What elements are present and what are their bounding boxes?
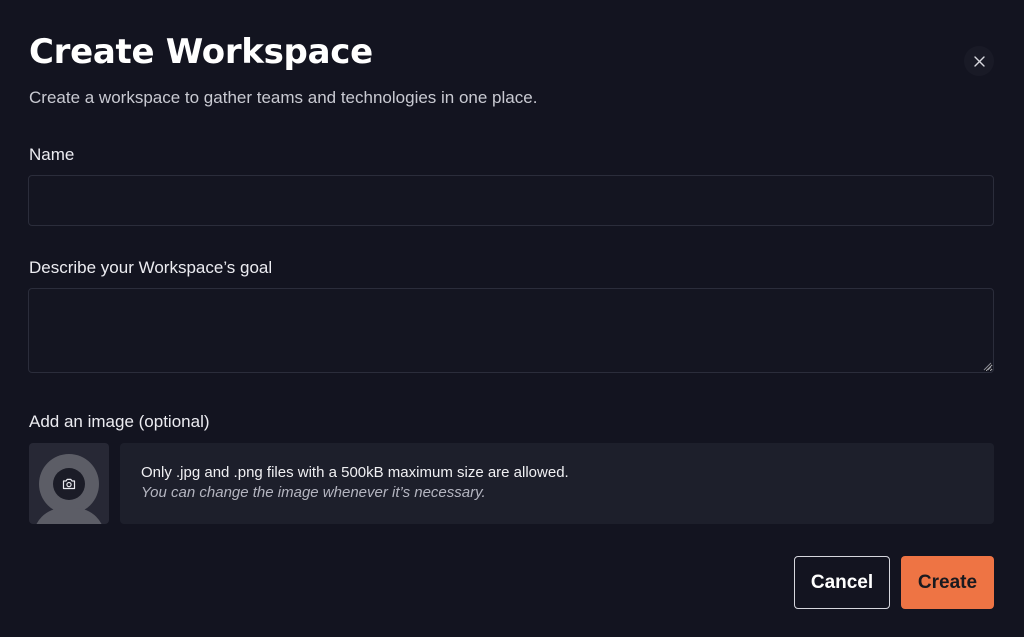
- close-icon: [973, 55, 985, 67]
- image-requirements-text: Only .jpg and .png files with a 500kB ma…: [141, 464, 569, 481]
- name-input[interactable]: [28, 175, 994, 226]
- resize-handle-icon[interactable]: [983, 362, 992, 371]
- image-requirements-panel: Only .jpg and .png files with a 500kB ma…: [120, 443, 994, 524]
- image-upload-button[interactable]: [29, 443, 109, 524]
- close-button[interactable]: [964, 46, 994, 76]
- goal-label: Describe your Workspace’s goal: [29, 258, 273, 277]
- create-workspace-dialog: Create Workspace Create a workspace to g…: [0, 0, 1024, 637]
- camera-icon: [53, 468, 85, 500]
- dialog-title: Create Workspace: [29, 32, 373, 72]
- image-label: Add an image (optional): [29, 412, 210, 431]
- dialog-subtitle: Create a workspace to gather teams and t…: [29, 88, 538, 107]
- create-button[interactable]: Create: [901, 556, 994, 609]
- cancel-button[interactable]: Cancel: [794, 556, 890, 609]
- name-label: Name: [29, 145, 75, 164]
- goal-textarea[interactable]: [28, 288, 994, 373]
- avatar-placeholder-body: [33, 508, 105, 524]
- image-change-hint: You can change the image whenever it’s n…: [141, 484, 486, 501]
